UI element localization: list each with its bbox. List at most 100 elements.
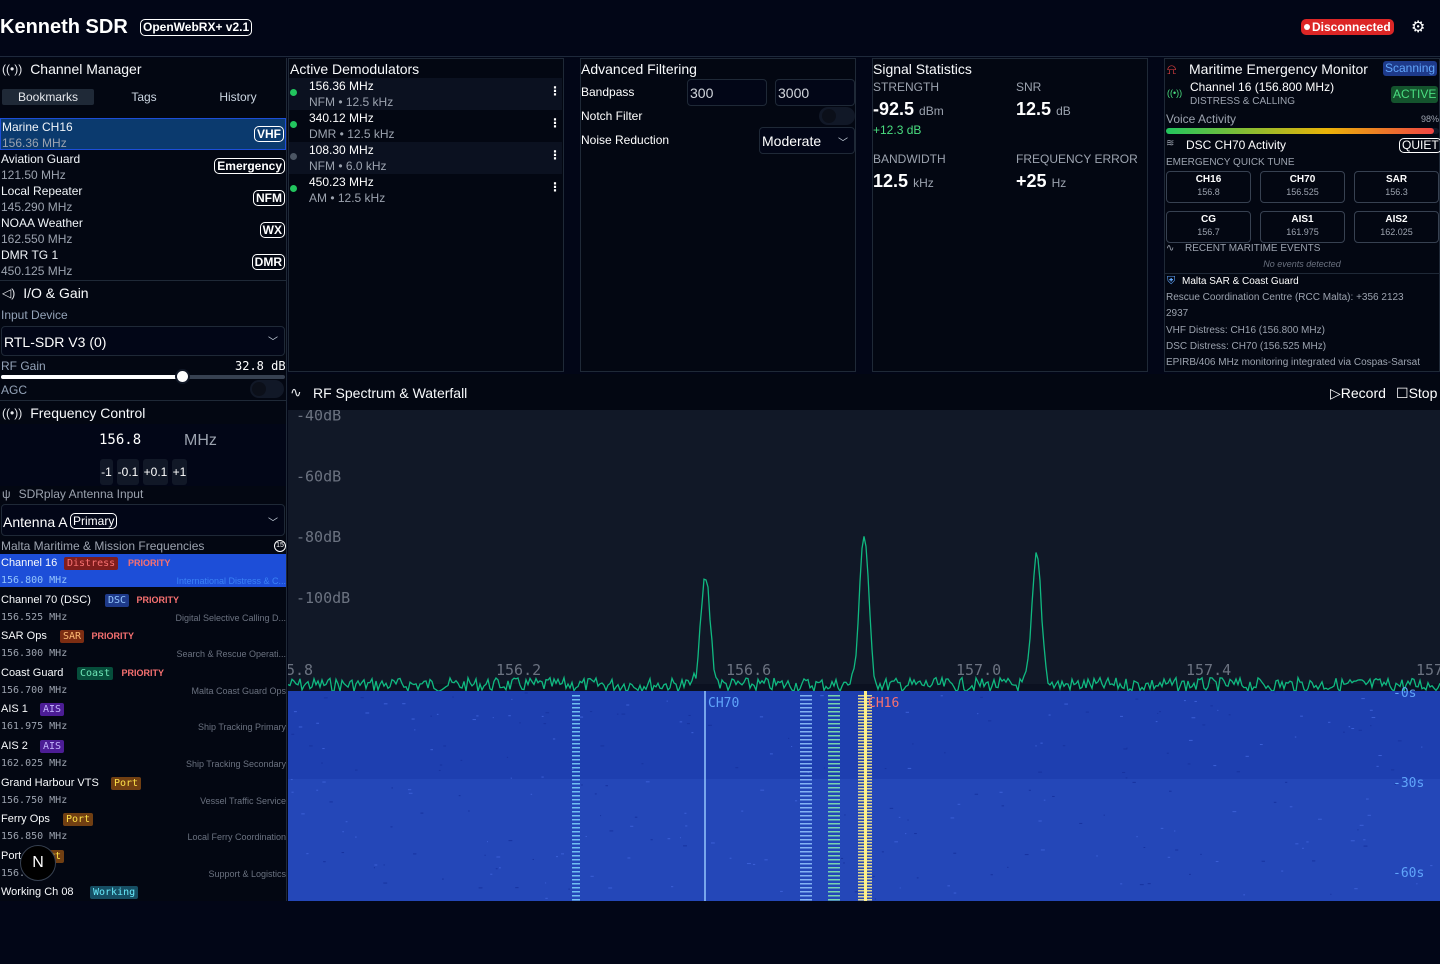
waterfall-noise [420, 812, 424, 814]
waterfall-noise [430, 715, 432, 717]
maritime-frequency-item[interactable]: Working Ch 08 Working [0, 883, 286, 901]
antenna-select[interactable]: Antenna A Primary ﹀ [1, 504, 285, 536]
bandpass-high-input[interactable]: 3000 [775, 79, 855, 106]
step-minus-0.1-button[interactable]: -0.1 [117, 459, 139, 485]
waterfall-noise [524, 692, 528, 694]
maritime-frequency-item[interactable]: AIS 1 AIS 161.975 MHz Ship Tracking Primary [0, 700, 286, 737]
bookmark-item[interactable]: Aviation Guard 121.50 MHz Emergency [0, 151, 286, 183]
frequency-tag: Port [111, 776, 142, 790]
frequency-tag: AIS [40, 703, 65, 717]
quick-tune-button[interactable]: AIS2 162.025 [1354, 211, 1439, 243]
maritime-frequency-item[interactable]: Coast Guard Coast PRIORITY 156.700 MHz Malta… [0, 664, 286, 701]
input-device-select[interactable]: RTL-SDR V3 (0) ﹀ [1, 326, 285, 356]
record-button[interactable]: ▷Record [1330, 385, 1386, 402]
bandpass-low-input[interactable]: 300 [687, 79, 767, 106]
waterfall-noise [1079, 822, 1083, 824]
demodulator-item[interactable]: 340.12 MHz DMR • 12.5 kHz ⋮ [289, 110, 562, 142]
waterfall-signal [828, 779, 840, 781]
agc-toggle[interactable] [250, 380, 284, 398]
spectrum-chart[interactable]: -40dB -60dB -80dB -100dB 5.8 156.2 156.6 157.0 1… [288, 410, 1440, 901]
demodulator-item[interactable]: 450.23 MHz AM • 12.5 kHz ⋮ [289, 174, 562, 206]
quick-tune-button[interactable]: AIS1 161.975 [1260, 211, 1345, 243]
more-vertical-icon[interactable]: ⋮ [549, 84, 561, 98]
waterfall-noise [1175, 849, 1179, 851]
connection-status[interactable]: Disconnected [1301, 19, 1394, 35]
bookmark-item[interactable]: DMR TG 1 450.125 MHz DMR [0, 247, 286, 279]
tab-history[interactable]: History [192, 89, 284, 105]
waterfall-signal [800, 711, 812, 713]
more-vertical-icon[interactable]: ⋮ [549, 180, 561, 194]
waterfall-signal [828, 831, 840, 833]
waterfall-noise [442, 878, 444, 880]
waterfall-noise [1135, 698, 1139, 700]
notch-filter-toggle[interactable] [819, 107, 855, 125]
bookmark-item[interactable]: Local Repeater 145.290 MHz NFM [0, 183, 286, 215]
db-tick-label: -100dB [296, 589, 350, 607]
more-vertical-icon[interactable]: ⋮ [549, 148, 561, 162]
noise-reduction-select[interactable]: Moderate ﹀ [759, 127, 855, 154]
quick-tune-button[interactable]: CH16 156.8 [1166, 171, 1251, 203]
waterfall-noise [1048, 714, 1051, 716]
waterfall-noise [953, 852, 957, 854]
sar-line: Rescue Coordination Centre (RCC Malta): … [1166, 292, 1404, 303]
bookmark-item[interactable]: NOAA Weather 162.550 MHz WX [0, 215, 286, 247]
rf-gain-handle[interactable] [174, 369, 190, 384]
waterfall-time-label: -30s [1393, 776, 1424, 791]
maritime-frequency-item[interactable]: AIS 2 AIS 162.025 MHz Ship Tracking Seconda… [0, 737, 286, 774]
frequency-value[interactable]: 156.8 [99, 432, 141, 448]
bookmark-item[interactable]: Marine CH16 156.36 MHz VHF [0, 118, 286, 150]
tab-bookmarks[interactable]: Bookmarks [2, 89, 94, 105]
waterfall-signal [800, 827, 812, 829]
quick-tune-button[interactable]: CH70 156.525 [1260, 171, 1345, 203]
quick-tune-button[interactable]: CG 156.7 [1166, 211, 1251, 243]
step-minus-1-button[interactable]: -1 [100, 459, 113, 485]
waterfall-signal [572, 875, 580, 877]
waterfall-noise [752, 863, 756, 865]
waterfall-noise [881, 851, 884, 853]
maritime-frequency-item[interactable]: Grand Harbour VTS Port 156.750 MHz Vessel T… [0, 774, 286, 811]
maritime-frequency-item[interactable]: Channel 70 (DSC) DSC PRIORITY 156.525 MHz Di… [0, 591, 286, 628]
waterfall-noise [1358, 729, 1362, 731]
waterfall-noise [1376, 765, 1379, 767]
demodulator-item[interactable]: 108.30 MHz NFM • 6.0 kHz ⋮ [289, 142, 562, 174]
quick-tune-button[interactable]: SAR 156.3 [1354, 171, 1439, 203]
waterfall-signal [800, 815, 812, 817]
more-vertical-icon[interactable]: ⋮ [549, 116, 561, 130]
waterfall-noise [589, 711, 593, 713]
waterfall-signal [800, 847, 812, 849]
maritime-frequency-item[interactable]: Channel 16 Distress PRIORITY 156.800 MHz Int… [0, 554, 286, 587]
rf-gain-slider[interactable] [1, 369, 285, 384]
waterfall-noise [1294, 736, 1297, 738]
waterfall-signal [828, 699, 840, 701]
freq-tick-label: 157 [1416, 661, 1440, 679]
waterfall-signal [572, 799, 580, 801]
waterfall-signal [572, 803, 580, 805]
app-title: Kenneth SDR [0, 16, 128, 38]
waterfall-noise [496, 856, 501, 858]
waterfall-noise [1391, 769, 1395, 771]
step-plus-0.1-button[interactable]: +0.1 [143, 459, 168, 485]
user-avatar[interactable]: N [20, 845, 56, 881]
waterfall-signal [800, 859, 812, 861]
maritime-frequency-item[interactable]: SAR Ops SAR PRIORITY 156.300 MHz Search & Re… [0, 627, 286, 664]
waterfall-noise [345, 821, 348, 823]
waterfall-noise [355, 836, 357, 838]
maritime-frequency-item[interactable]: Ferry Ops Port 156.850 MHz Local Ferry Coor… [0, 810, 286, 847]
waterfall-noise [1369, 709, 1373, 711]
waterfall-noise [1300, 715, 1303, 717]
step-plus-1-button[interactable]: +1 [172, 459, 187, 485]
waterfall-noise [1348, 726, 1351, 728]
waterfall-noise [605, 785, 608, 787]
settings-gear-icon[interactable]: ⚙ [1411, 20, 1427, 36]
waterfall-time-label: -0s [1393, 686, 1416, 701]
stop-button[interactable]: ☐Stop [1396, 385, 1437, 402]
tab-tags[interactable]: Tags [98, 89, 190, 105]
waterfall-signal [828, 715, 840, 717]
waterfall-noise [950, 817, 955, 819]
waterfall-noise [490, 873, 493, 875]
demodulator-item[interactable]: 156.36 MHz NFM • 12.5 kHz ⋮ [289, 78, 562, 110]
frequency-error-value: +25 Hz [1016, 171, 1067, 191]
waterfall-noise [411, 718, 415, 720]
waterfall-noise [1285, 781, 1288, 783]
waterfall-signal [828, 899, 840, 901]
